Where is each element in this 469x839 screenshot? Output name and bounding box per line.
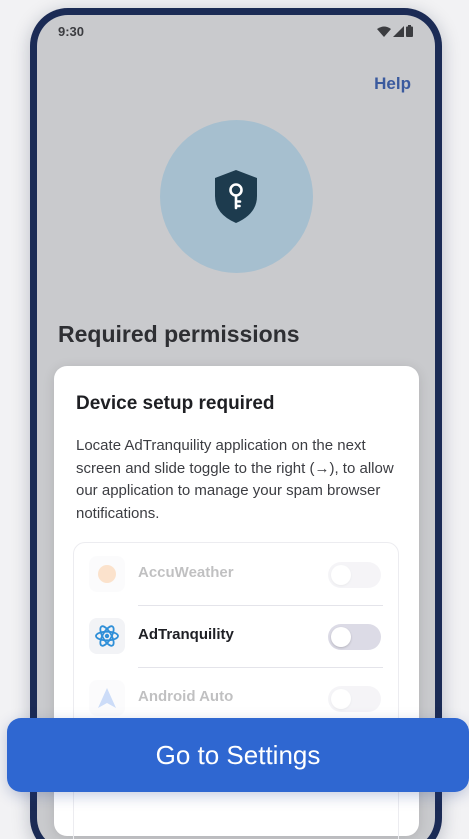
status-time: 9:30 [58,24,85,39]
status-bar: 9:30 [37,15,435,49]
app-toggle-android-auto[interactable] [328,686,381,712]
battery-icon [406,25,413,37]
toggle-knob [331,565,351,585]
go-to-settings-button[interactable]: Go to Settings [7,718,469,792]
dialog-title: Device setup required [76,393,275,414]
hero-illustration [160,120,313,273]
app-row-adtranquility: AdTranquility [74,605,398,667]
app-list: AccuWeather AdTranquility Android Auto [73,542,399,839]
app-toggle-accuweather[interactable] [328,562,381,588]
react-atom-icon [89,618,125,654]
app-name: Android Auto [138,688,234,705]
cell-signal-icon [393,25,404,37]
android-auto-icon [89,680,125,716]
app-name: AdTranquility [138,626,234,643]
status-icons [377,25,413,37]
accuweather-icon [89,556,125,592]
dialog-instructions: Locate AdTranquility application on the … [76,437,394,522]
toggle-knob [331,689,351,709]
wifi-icon [377,26,391,37]
page-title: Required permissions [58,321,300,347]
app-name: AccuWeather [138,564,234,581]
help-link[interactable]: Help [374,74,411,94]
app-row-accuweather: AccuWeather [74,543,398,605]
app-toggle-adtranquility[interactable] [328,624,381,650]
stage: 9:30 Help Required permissions Device se… [0,0,469,839]
toggle-knob [331,627,351,647]
shield-key-icon [215,170,257,223]
